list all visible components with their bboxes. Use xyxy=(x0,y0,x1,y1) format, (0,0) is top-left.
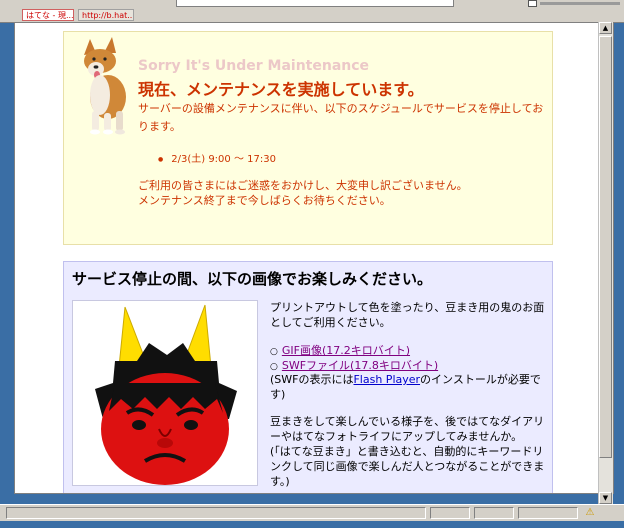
status-cell xyxy=(430,507,470,519)
status-cell xyxy=(518,507,578,519)
maintenance-schedule: 2/3(土) 9:00 〜 17:30 xyxy=(158,150,276,165)
scroll-thumb[interactable] xyxy=(599,36,612,458)
sorry-banner: Sorry It's Under Maintenance xyxy=(138,58,370,74)
keyword-text: (「はてな豆まき」と書き込むと、自動的にキーワードリンクして同じ画像で楽しんだ人… xyxy=(270,445,545,488)
list-item: GIF画像(17.2キロバイト) xyxy=(270,344,438,359)
toolbar-right-area xyxy=(528,0,624,7)
vertical-scrollbar[interactable]: ▲ ▼ xyxy=(598,22,613,504)
maintenance-description: サーバーの設備メンテナンスに伴い、以下のスケジュールでサービスを停止しております… xyxy=(138,102,544,133)
corgi-dog-image xyxy=(84,37,126,135)
tab-hatena-maintenance[interactable]: はてな - 現... xyxy=(22,9,74,21)
apology-line: ご利用の皆さまにはご迷惑をおかけし、大変申し訳ございません。 xyxy=(138,179,468,192)
flash-player-link[interactable]: Flash Player xyxy=(353,373,420,386)
gif-download-link[interactable]: GIF画像(17.2キロバイト) xyxy=(282,344,410,357)
entertainment-title: サービス停止の間、以下の画像でお楽しみください。 xyxy=(72,270,433,288)
status-cell xyxy=(6,507,426,519)
toolbar-icons xyxy=(452,0,522,15)
toolbar-status-line xyxy=(540,2,620,5)
status-bar: ⚠ xyxy=(0,504,624,521)
tab-bar: はてな - 現... http://b.hat... xyxy=(0,8,624,23)
waiting-line: メンテナンス終了まで今しばらくお待ちください。 xyxy=(138,194,391,207)
oni-mask-image xyxy=(95,304,237,485)
entertainment-section: サービス停止の間、以下の画像でお楽しみください。 プリントアウトして色を塗ったり… xyxy=(63,261,554,493)
checkbox-icon[interactable] xyxy=(528,0,537,7)
scroll-up-button[interactable]: ▲ xyxy=(599,22,612,34)
maintenance-apology: ご利用の皆さまにはご迷惑をおかけし、大変申し訳ございません。 メンテナンス終了ま… xyxy=(138,178,546,208)
warning-icon[interactable]: ⚠ xyxy=(584,507,596,519)
share-paragraph: 豆まきをして楽しんでいる様子を、後ではてなダイアリーやはてなフォトライフにアップ… xyxy=(270,414,554,489)
entertainment-description: プリントアウトして色を塗ったり、豆まき用の鬼のお面としてご利用ください。 xyxy=(270,301,545,329)
download-links: GIF画像(17.2キロバイト) SWFファイル(17.8キロバイト) xyxy=(270,344,438,374)
schedule-item: 2/3(土) 9:00 〜 17:30 xyxy=(158,150,276,165)
swf-note: (SWFの表示にはFlash Playerのインストールが必要です) xyxy=(270,372,552,402)
swf-note-prefix: (SWFの表示には xyxy=(270,373,354,386)
share-text: 豆まきをして楽しんでいる様子を、後ではてなダイアリーやはてなフォトライフにアップ… xyxy=(270,415,545,443)
swf-download-link[interactable]: SWFファイル(17.8キロバイト) xyxy=(282,359,438,372)
status-cell xyxy=(474,507,514,519)
oni-mask-image-frame xyxy=(72,300,258,486)
tab-hatena-bookmark[interactable]: http://b.hat... xyxy=(78,9,134,21)
page-viewport: Sorry It's Under Maintenance 現在、メンテナンスを実… xyxy=(14,22,614,494)
address-bar[interactable] xyxy=(176,0,454,7)
maintenance-notice: Sorry It's Under Maintenance 現在、メンテナンスを実… xyxy=(63,31,553,245)
scroll-down-button[interactable]: ▼ xyxy=(599,492,612,504)
maintenance-title: 現在、メンテナンスを実施しています。 xyxy=(138,80,424,99)
